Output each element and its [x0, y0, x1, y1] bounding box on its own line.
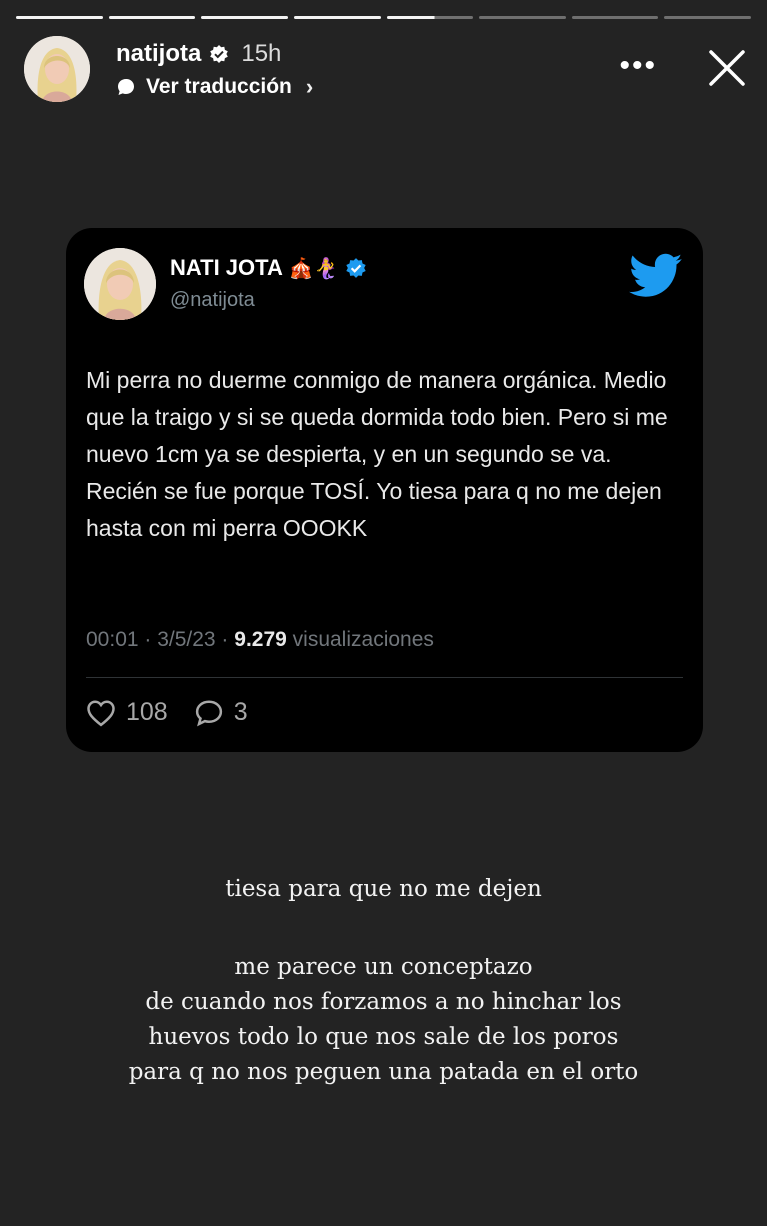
username[interactable]: natijota: [116, 40, 201, 68]
tweet-display-name: NATI JOTA: [170, 255, 283, 280]
caption-line: huevos todo lo que nos sale de los poros: [148, 1024, 619, 1050]
views-label: visualizaciones: [286, 628, 434, 651]
close-icon[interactable]: [705, 46, 749, 90]
caption-line: me parece un conceptazo: [234, 954, 533, 980]
post-time: 15h: [241, 40, 282, 67]
story-header: natijota 15h Ver traducción › •••: [24, 36, 751, 106]
tweet-stats: 108 3: [86, 698, 274, 727]
chevron-right-icon: ›: [305, 74, 314, 99]
divider: [86, 677, 683, 678]
progress-segment: [293, 16, 381, 19]
story-progress-bar: [16, 16, 751, 20]
reply-count: 3: [233, 698, 248, 726]
progress-segment: [664, 16, 751, 19]
translate-button[interactable]: Ver traducción ›: [116, 74, 313, 100]
name-emojis: 🎪🧜‍♀️: [288, 257, 339, 280]
tweet-meta: 00:01 · 3/5/23 · 9.279 visualizaciones: [86, 628, 434, 652]
like-count: 108: [126, 698, 168, 726]
caption-line: de cuando nos forzamos a no hinchar los: [145, 989, 622, 1015]
progress-segment: [201, 16, 288, 19]
progress-segment: [571, 16, 659, 19]
translate-label: Ver traducción: [146, 75, 292, 98]
tweet-card: NATI JOTA 🎪🧜‍♀️ @natijota Mi perra no du…: [66, 228, 703, 752]
progress-segment: [479, 16, 566, 19]
speech-bubble-icon: [118, 79, 134, 95]
like-stat: 108: [86, 698, 168, 727]
comment-icon: [195, 699, 222, 726]
progress-segment-current: [386, 16, 474, 19]
progress-segment: [108, 16, 196, 19]
more-options-icon[interactable]: •••: [619, 51, 657, 81]
tweet-avatar: [84, 248, 156, 320]
story-caption-paragraph: me parece un conceptazo de cuando nos fo…: [0, 950, 767, 1090]
progress-segment: [16, 16, 103, 19]
verified-badge-icon: [210, 45, 229, 63]
avatar[interactable]: [24, 36, 90, 102]
tweet-timestamp: 00:01 · 3/5/23 ·: [86, 628, 235, 651]
tweet-handle: @natijota: [170, 289, 255, 311]
story-caption-line: tiesa para que no me dejen: [225, 876, 542, 902]
heart-icon: [87, 699, 115, 726]
tweet-text: Mi perra no duerme conmigo de manera org…: [86, 367, 668, 541]
twitter-bird-icon: [629, 253, 683, 297]
twitter-verified-icon: [345, 258, 366, 278]
caption-line: para q no nos peguen una patada en el or…: [128, 1059, 639, 1085]
reply-stat: 3: [194, 698, 248, 727]
views-count: 9.279: [234, 628, 287, 651]
